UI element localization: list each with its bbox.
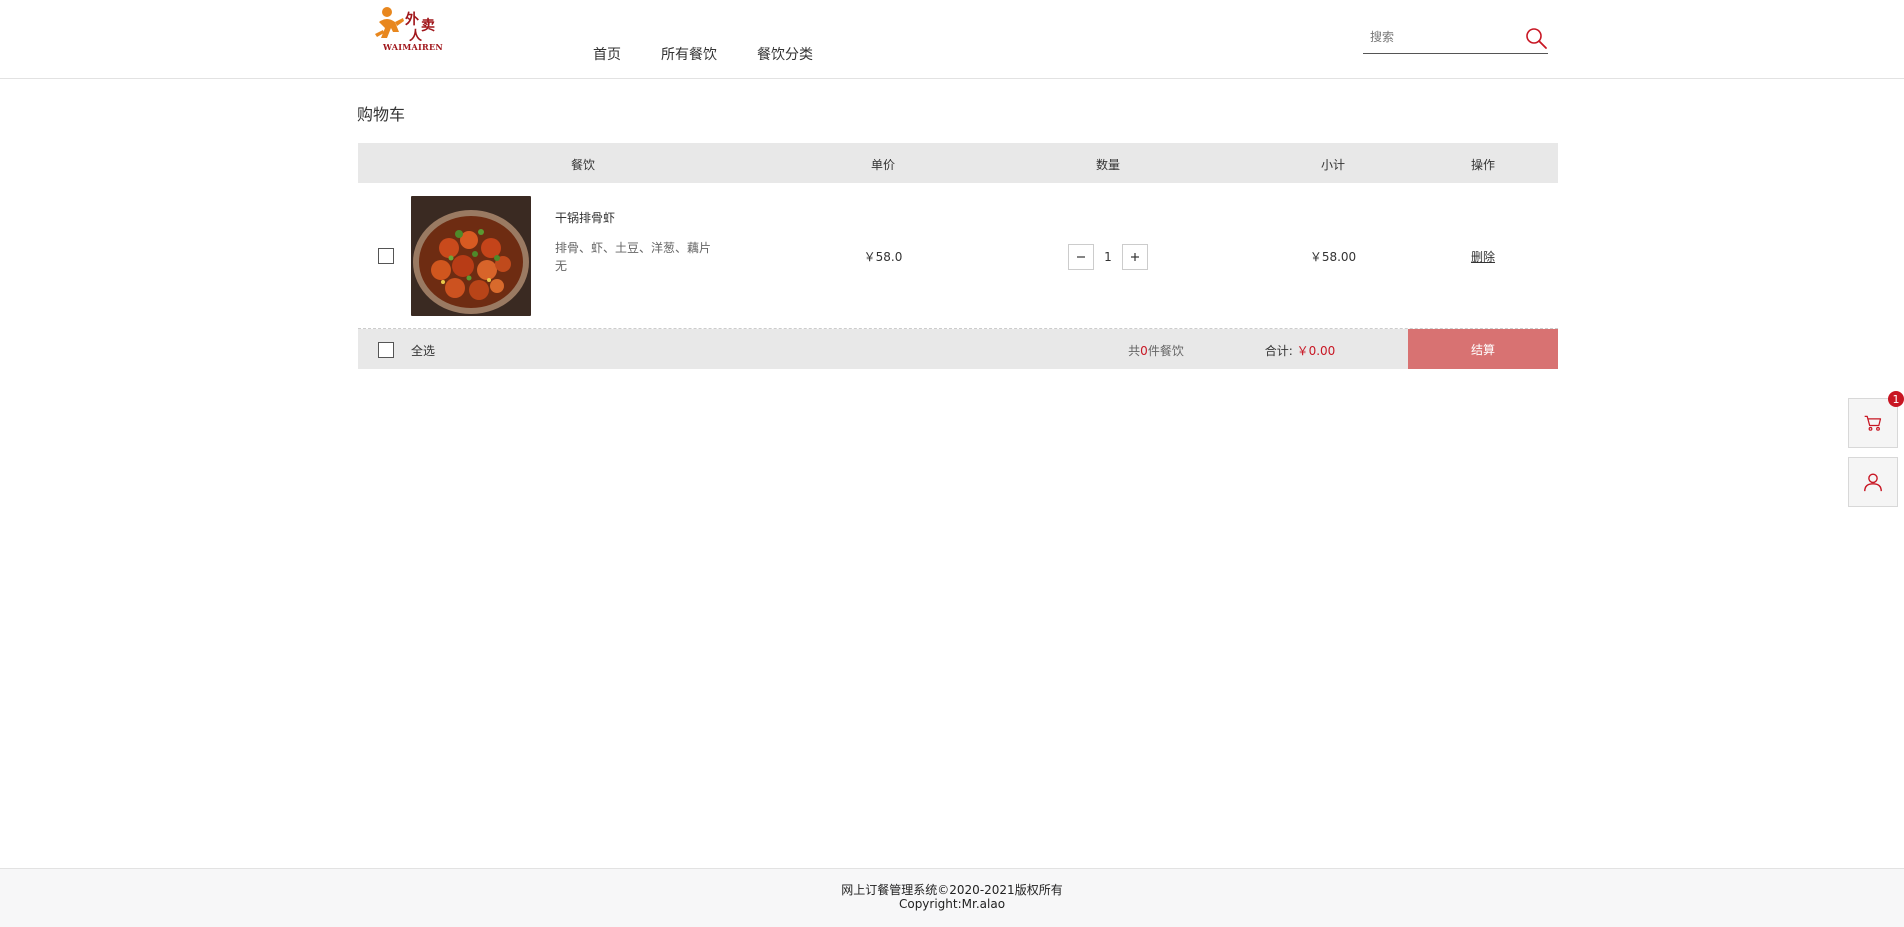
- cart-row: 干锅排骨虾 排骨、虾、土豆、洋葱、藕片 无 ￥58.0 1 ￥58.00 删除: [358, 183, 1558, 329]
- search-box: [1363, 24, 1548, 54]
- search-icon[interactable]: [1524, 26, 1548, 50]
- floating-user-button[interactable]: [1848, 457, 1898, 507]
- page-title: 购物车: [357, 105, 406, 124]
- unit-price: ￥58.0: [863, 250, 903, 264]
- svg-text:外: 外: [405, 11, 419, 28]
- search-input[interactable]: [1370, 30, 1510, 44]
- user-icon: [1864, 473, 1882, 492]
- food-image[interactable]: [411, 196, 531, 316]
- main-nav: 首页 所有餐饮 餐饮分类: [593, 44, 853, 64]
- delete-button[interactable]: 删除: [1471, 248, 1495, 265]
- row-checkbox[interactable]: [378, 248, 394, 264]
- row-subtotal: ￥58.00: [1309, 250, 1357, 264]
- cart-summary-bar: 全选 共0件餐饮 合计: ￥0.00 结算: [358, 329, 1558, 369]
- col-quantity: 数量: [1095, 158, 1121, 172]
- svg-text:卖: 卖: [421, 17, 435, 34]
- food-description: 排骨、虾、土豆、洋葱、藕片 无: [555, 239, 725, 275]
- quantity-value[interactable]: 1: [1094, 250, 1122, 264]
- checkout-button[interactable]: 结算: [1408, 329, 1558, 369]
- plus-icon: [1131, 253, 1139, 261]
- item-count-prefix: 共: [1128, 344, 1141, 358]
- total-label-text: 合计:: [1264, 344, 1293, 358]
- col-food: 餐饮: [570, 158, 596, 172]
- footer-author: Copyright:Mr.alao: [898, 897, 1006, 911]
- select-all-label[interactable]: 全选: [411, 342, 435, 359]
- total-amount: 合计: ￥0.00: [1265, 342, 1336, 359]
- logo-caption: WAIMAIREN: [383, 42, 443, 52]
- site-header: 外 卖 人 WAIMAIREN 首页 所有餐饮 餐饮分类: [0, 0, 1904, 79]
- increase-button[interactable]: [1122, 244, 1148, 270]
- total-value: ￥0.00: [1296, 344, 1336, 358]
- cart-icon: [1864, 415, 1882, 431]
- select-all-checkbox[interactable]: [378, 342, 394, 358]
- food-note: 无: [555, 259, 568, 273]
- cart-table-header: 餐饮 单价 数量 小计 操作: [358, 143, 1558, 183]
- quantity-stepper: 1: [1068, 244, 1148, 270]
- item-count-suffix: 件餐饮: [1147, 344, 1184, 358]
- item-count-value: 0: [1140, 344, 1148, 358]
- col-action: 操作: [1470, 158, 1496, 172]
- food-ingredients: 排骨、虾、土豆、洋葱、藕片: [555, 241, 712, 255]
- col-subtotal: 小计: [1320, 158, 1346, 172]
- item-count: 共0件餐饮: [1128, 342, 1184, 359]
- nav-home[interactable]: 首页: [593, 44, 621, 64]
- food-photo: [411, 196, 531, 316]
- minus-icon: [1077, 256, 1085, 258]
- cart-count-badge: 1: [1888, 391, 1904, 407]
- floating-cart-button[interactable]: 1: [1848, 391, 1904, 448]
- nav-food-category[interactable]: 餐饮分类: [757, 44, 813, 64]
- nav-all-food[interactable]: 所有餐饮: [661, 44, 717, 64]
- page-footer: 网上订餐管理系统©2020-2021版权所有 Copyright:Mr.alao: [0, 868, 1904, 927]
- decrease-button[interactable]: [1068, 244, 1094, 270]
- col-price: 单价: [870, 158, 896, 172]
- food-name[interactable]: 干锅排骨虾: [555, 209, 615, 226]
- footer-copyright: 网上订餐管理系统©2020-2021版权所有: [841, 883, 1063, 897]
